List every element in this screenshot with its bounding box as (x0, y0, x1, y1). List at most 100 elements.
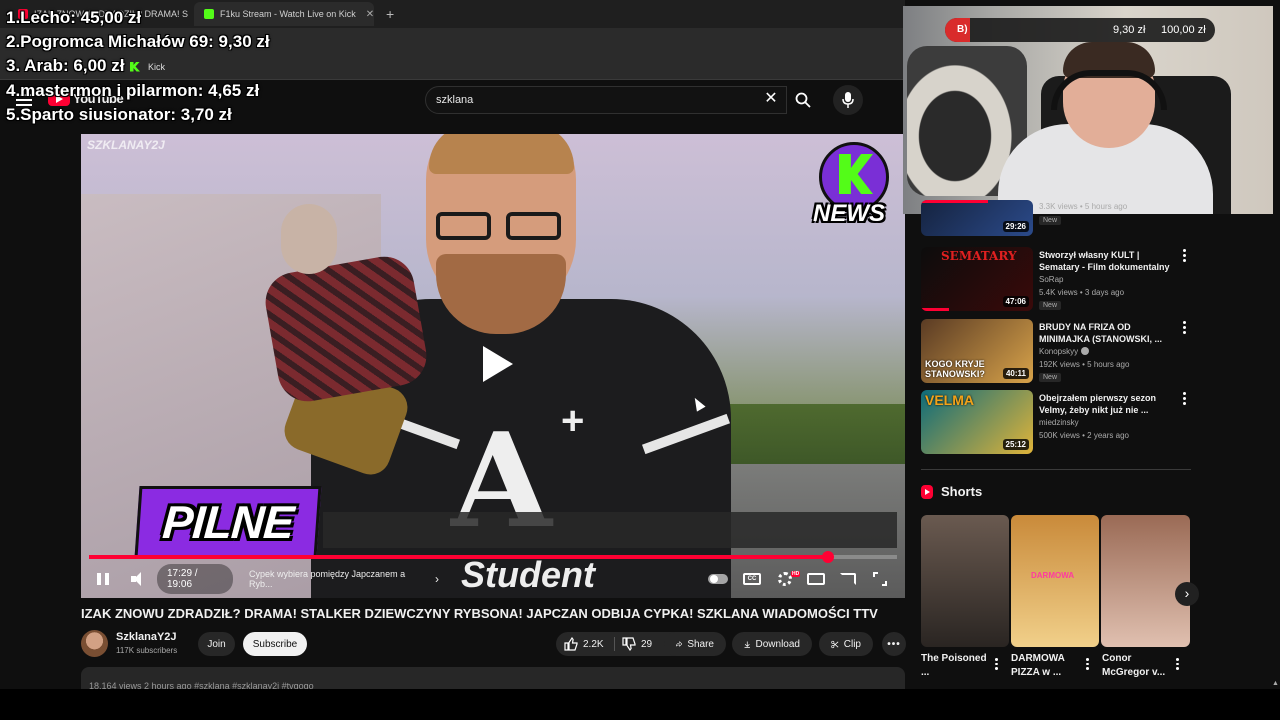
cast-button[interactable] (837, 564, 859, 594)
close-tab-icon[interactable]: ✕ (366, 9, 374, 20)
download-button[interactable]: Download (732, 632, 812, 656)
more-vertical-icon[interactable] (1179, 249, 1189, 263)
donation-entry: 4.mastermon i pilarmon: 4,65 zł (6, 80, 260, 100)
video-title[interactable]: Obejrzałem pierwszy sezon Velmy, żeby ni… (1039, 392, 1175, 416)
settings-button[interactable]: HD (774, 564, 801, 594)
thumbnail-text: SEMATARY (941, 249, 1017, 263)
goal-label: B) (957, 24, 968, 35)
voice-search-button[interactable] (833, 85, 863, 115)
volume-icon (131, 572, 145, 586)
next-arrow-icon[interactable]: › (1175, 582, 1199, 606)
more-horizontal-icon: ••• (887, 638, 901, 650)
more-vertical-icon[interactable] (1176, 658, 1180, 671)
search-button[interactable] (788, 86, 818, 114)
time-display: 17:29 / 19:06 (157, 564, 233, 594)
progress-played (89, 555, 829, 559)
new-tab-button[interactable]: + (380, 6, 400, 22)
search-query: szklana (436, 94, 474, 106)
channel-name[interactable]: SzklanaY2J (116, 631, 177, 643)
recommended-video[interactable]: VELMA 25:12 Obejrzałem pierwszy sezon Ve… (921, 390, 1191, 456)
video-thumbnail[interactable]: SEMATARY 47:06 (921, 247, 1033, 311)
chapter-button[interactable]: Cypek wybiera pomiędzy Japczanem a Ryb..… (249, 564, 439, 594)
shirt-plus: + (561, 399, 585, 443)
channel-name[interactable]: SoRap (1039, 275, 1063, 284)
short-title[interactable]: DARMOWA PIZZA w ... (1011, 652, 1085, 680)
shorts-header: Shorts (921, 484, 982, 499)
short-thumbnail[interactable] (921, 515, 1009, 647)
video-meta: 192K views • 5 hours ago (1039, 360, 1130, 369)
goal-amount: 9,30 zł (1113, 24, 1146, 36)
short-title[interactable]: Conor McGregor v... (1102, 652, 1176, 680)
donation-entry: 3. Arab: 6,00 zł (6, 56, 125, 76)
scroll-down-icon[interactable]: ▲ (1272, 680, 1279, 687)
mute-button[interactable] (128, 564, 148, 594)
more-vertical-icon[interactable] (1086, 658, 1090, 671)
gear-icon: HD (778, 571, 801, 586)
join-label: Join (207, 638, 226, 650)
dislike-button[interactable]: 29 (622, 632, 652, 656)
pause-button[interactable] (93, 564, 113, 594)
like-count: 2.2K (583, 638, 604, 650)
channel-name[interactable]: miedzinsky (1039, 418, 1079, 427)
headset-icon (1051, 70, 1167, 110)
time-text: 17:29 / 19:06 (167, 568, 198, 590)
fullscreen-button[interactable] (869, 564, 891, 594)
progress-bar[interactable] (89, 551, 897, 563)
new-badge: New (1039, 216, 1062, 225)
video-thumbnail[interactable]: KOGO KRYJE STANOWSKI? 40:11 (921, 319, 1033, 383)
description-box[interactable]: 18,164 views 2 hours ago #szklana #szkla… (81, 667, 905, 689)
more-vertical-icon[interactable] (1179, 392, 1189, 406)
video-duration: 29:26 (1002, 221, 1029, 232)
share-label: Share (687, 638, 714, 650)
miniplayer-button[interactable] (805, 564, 827, 594)
microphone-icon (842, 92, 854, 108)
thumbs-down-icon (622, 637, 636, 651)
play-overlay-icon[interactable] (471, 340, 519, 388)
subscriber-count: 117K subscribers (116, 646, 178, 655)
video-meta: 5.4K views • 3 days ago (1039, 288, 1125, 297)
video-meta: 3.3K views • 5 hours ago (1039, 202, 1128, 211)
autoplay-toggle[interactable] (707, 564, 729, 594)
share-button[interactable]: Share (664, 632, 726, 656)
video-duration: 47:06 (1002, 296, 1029, 307)
video-meta: 500K views • 2 years ago (1039, 431, 1129, 440)
video-cutout-figure (260, 204, 441, 481)
goal-target: 100,00 zł (1161, 24, 1206, 36)
video-title[interactable]: BRUDY NA FRIZA OD MINIMAJKA (STANOWSKI, … (1039, 321, 1175, 345)
join-button[interactable]: Join (198, 632, 235, 656)
section-divider (921, 469, 1191, 470)
short-title[interactable]: The Poisoned ... (921, 652, 995, 680)
pilne-label: PILNE (160, 496, 296, 548)
channel-avatar[interactable] (81, 630, 108, 657)
more-vertical-icon[interactable] (1179, 321, 1189, 335)
clear-search-icon[interactable]: ✕ (762, 90, 780, 108)
player-controls: 17:29 / 19:06 Cypek wybiera pomiędzy Jap… (81, 564, 905, 598)
pilne-banner: PILNE (134, 486, 322, 558)
channel-watermark: SZKLANAY2J (87, 138, 165, 152)
donation-leaderboard: 1.Lecho: 45,00 zł 2.Pogromca Michałów 69… (6, 6, 270, 127)
video-title[interactable]: Stworzył własny KULT | Sematary - Film d… (1039, 249, 1175, 273)
new-badge: New (1039, 373, 1062, 382)
clip-button[interactable]: Clip (819, 632, 873, 656)
like-button[interactable]: 2.2K (564, 632, 604, 656)
captions-button[interactable]: CC (741, 564, 763, 594)
news-label: NEWS (813, 200, 885, 227)
search-input[interactable]: szklana (425, 86, 787, 114)
short-thumbnail[interactable]: DARMOWA (1011, 515, 1099, 647)
channel-name[interactable]: Konopskyy (1039, 347, 1090, 356)
donation-entry: 2.Pogromca Michałów 69: 9,30 zł (6, 32, 270, 52)
more-actions-button[interactable]: ••• (882, 632, 906, 656)
more-vertical-icon[interactable] (995, 658, 999, 671)
streamer-webcam: B) 9,30 zł 100,00 zł (903, 6, 1273, 214)
short-thumbnail[interactable] (1101, 515, 1190, 647)
recommended-video[interactable]: KOGO KRYJE STANOWSKI? 40:11 BRUDY NA FRI… (921, 319, 1191, 385)
video-player[interactable]: A + Student SZKLANAY2J NEWS PILNE 17:29 … (81, 134, 905, 598)
fullscreen-icon (873, 572, 887, 586)
donation-entry: 1.Lecho: 45,00 zł (6, 8, 142, 27)
subscribe-button[interactable]: Subscribe (243, 632, 307, 656)
recommended-video[interactable]: SEMATARY 47:06 Stworzył własny KULT | Se… (921, 247, 1191, 313)
video-thumbnail[interactable]: VELMA 25:12 (921, 390, 1033, 454)
video-title: IZAK ZNOWU ZDRADZIŁ? DRAMA! STALKER DZIE… (81, 606, 878, 621)
video-duration: 25:12 (1002, 439, 1029, 450)
video-thumbnail[interactable]: 29:26 (921, 200, 1033, 236)
